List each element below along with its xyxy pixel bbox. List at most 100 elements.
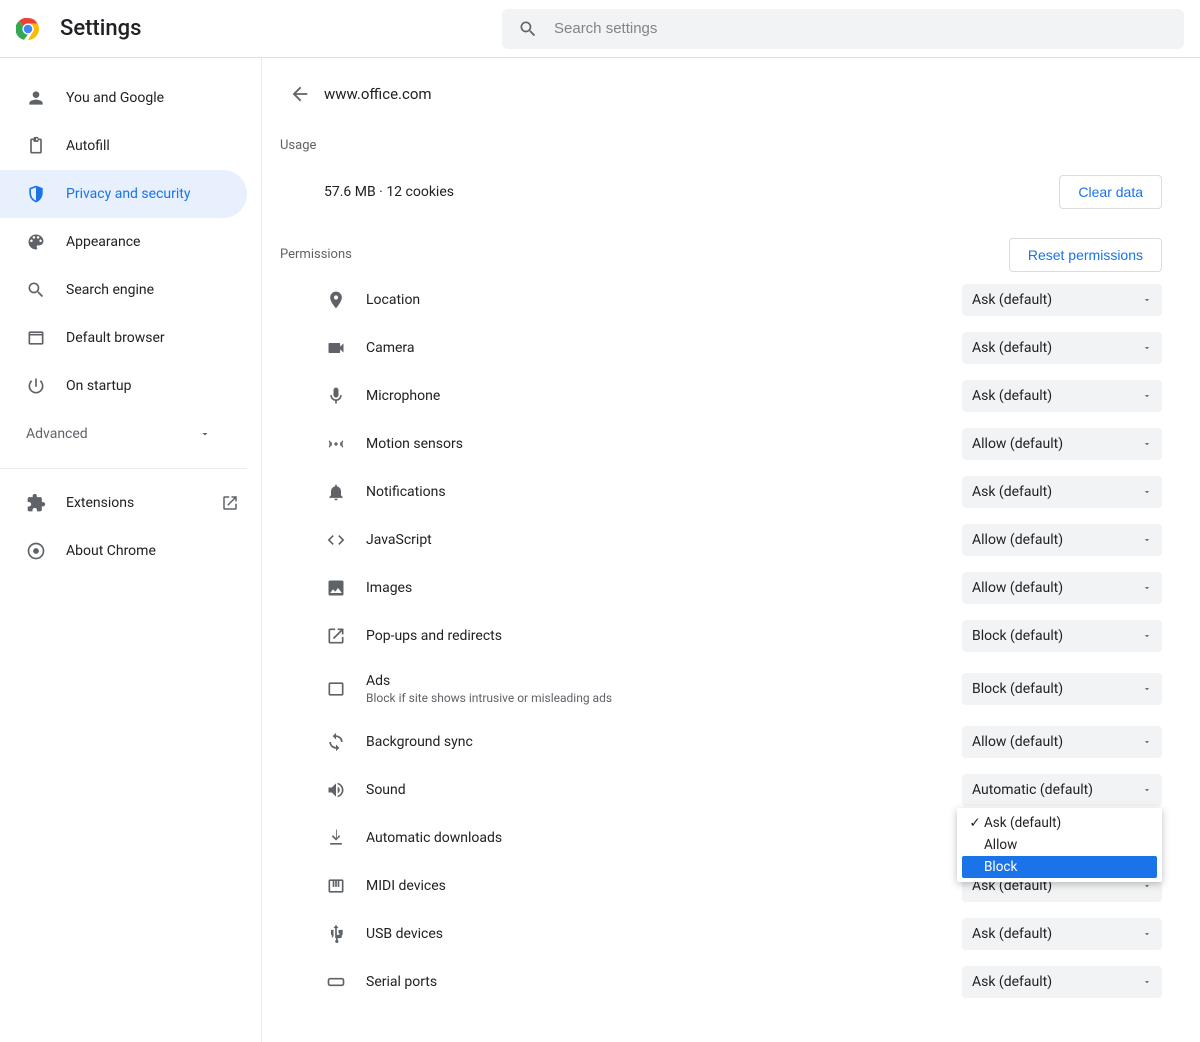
topbar: Settings (0, 0, 1200, 58)
search-icon (26, 280, 46, 300)
page-title: Settings (60, 16, 141, 41)
permission-label: Serial ports (366, 974, 962, 990)
permission-row-usb: USB devices Ask (default) (280, 910, 1162, 958)
extension-icon (26, 493, 46, 513)
permission-select[interactable]: Automatic (default) (962, 774, 1162, 806)
permission-row-motion: Motion sensors Allow (default) (280, 420, 1162, 468)
permission-row-serial: Serial ports Ask (default) (280, 958, 1162, 1006)
permission-select-value: Allow (default) (972, 580, 1063, 596)
sidebar-item-label: On startup (66, 378, 132, 394)
caret-down-icon (1142, 487, 1152, 497)
caret-down-icon (1142, 631, 1152, 641)
permission-dropdown-menu[interactable]: ✓Ask (default)AllowBlock (957, 808, 1162, 882)
permission-select-value: Block (default) (972, 628, 1063, 644)
sidebar-advanced-toggle[interactable]: Advanced (0, 410, 261, 458)
permission-select-value: Allow (default) (972, 436, 1063, 452)
camera-icon (324, 336, 348, 360)
caret-down-icon (1142, 684, 1152, 694)
divider (0, 468, 247, 469)
permission-row-autodl: Automatic downloads✓Ask (default)AllowBl… (280, 814, 1162, 862)
motion-icon (324, 432, 348, 456)
sidebar-item-label: Default browser (66, 330, 165, 346)
permission-row-notifications: Notifications Ask (default) (280, 468, 1162, 516)
sidebar-item-about-chrome[interactable]: About Chrome (0, 527, 261, 575)
image-icon (324, 576, 348, 600)
caret-down-icon (1142, 295, 1152, 305)
permission-select-value: Block (default) (972, 681, 1063, 697)
clear-data-button[interactable]: Clear data (1059, 175, 1162, 209)
caret-down-icon (1142, 391, 1152, 401)
permission-select[interactable]: Ask (default) (962, 332, 1162, 364)
ads-icon (324, 677, 348, 701)
dropdown-option-label: Ask (default) (984, 815, 1061, 831)
sidebar-item-autofill[interactable]: Autofill (0, 122, 247, 170)
permission-select[interactable]: Ask (default) (962, 966, 1162, 998)
search-icon (518, 19, 538, 39)
permission-row-sound: SoundAutomatic (default) (280, 766, 1162, 814)
permission-row-bgsync: Background syncAllow (default) (280, 718, 1162, 766)
permission-select-value: Ask (default) (972, 926, 1052, 942)
dropdown-option[interactable]: ✓Ask (default) (962, 812, 1157, 834)
sidebar-item-on-startup[interactable]: On startup (0, 362, 247, 410)
sidebar-item-privacy-security[interactable]: Privacy and security (0, 170, 247, 218)
reset-permissions-button[interactable]: Reset permissions (1009, 238, 1162, 272)
permission-select[interactable]: Ask (default) (962, 476, 1162, 508)
permission-label: Motion sensors (366, 436, 962, 452)
permission-select[interactable]: Allow (default) (962, 428, 1162, 460)
bell-icon (324, 480, 348, 504)
dropdown-option[interactable]: Allow (962, 834, 1157, 856)
mic-icon (324, 384, 348, 408)
permission-label: Notifications (366, 484, 962, 500)
sidebar-item-label: Privacy and security (66, 186, 190, 202)
sidebar-item-you-and-google[interactable]: You and Google (0, 74, 247, 122)
permission-select-value: Automatic (default) (972, 782, 1093, 798)
usage-storage-text: 57.6 MB · 12 cookies (324, 184, 454, 200)
clipboard-icon (26, 136, 46, 156)
dropdown-option[interactable]: Block (962, 856, 1157, 878)
caret-down-icon (1142, 737, 1152, 747)
permission-select[interactable]: Ask (default) (962, 918, 1162, 950)
sidebar-item-label: Appearance (66, 234, 140, 250)
search-input[interactable] (554, 20, 1168, 37)
caret-down-icon (1142, 439, 1152, 449)
sync-icon (324, 730, 348, 754)
sidebar: You and Google Autofill Privacy and secu… (0, 58, 262, 1042)
sidebar-item-appearance[interactable]: Appearance (0, 218, 247, 266)
permission-select[interactable]: Block (default) (962, 673, 1162, 705)
permission-select[interactable]: Ask (default) (962, 284, 1162, 316)
shield-icon (26, 184, 46, 204)
permissions-list: LocationAsk (default)CameraAsk (default)… (280, 276, 1162, 1006)
permission-select-value: Ask (default) (972, 484, 1052, 500)
back-button[interactable] (280, 74, 320, 114)
sidebar-item-label: About Chrome (66, 543, 156, 559)
usb-icon (324, 922, 348, 946)
permission-select-value: Ask (default) (972, 974, 1052, 990)
permission-row-microphone: MicrophoneAsk (default) (280, 372, 1162, 420)
permission-row-camera: CameraAsk (default) (280, 324, 1162, 372)
permission-select[interactable]: Allow (default) (962, 572, 1162, 604)
permission-label: MIDI devices (366, 878, 962, 894)
sidebar-item-label: Autofill (66, 138, 110, 154)
chrome-logo-icon (16, 17, 40, 41)
caret-down-icon (1142, 785, 1152, 795)
search-bar[interactable] (502, 9, 1184, 49)
permission-label: Background sync (366, 734, 962, 750)
permission-label: Location (366, 292, 962, 308)
sidebar-item-search-engine[interactable]: Search engine (0, 266, 247, 314)
sidebar-item-extensions[interactable]: Extensions (0, 479, 261, 527)
caret-down-icon (1142, 343, 1152, 353)
caret-down-icon (1142, 535, 1152, 545)
caret-down-icon (1142, 583, 1152, 593)
permission-row-javascript: JavaScriptAllow (default) (280, 516, 1162, 564)
power-icon (26, 376, 46, 396)
permission-select[interactable]: Ask (default) (962, 380, 1162, 412)
advanced-label: Advanced (26, 426, 88, 442)
midi-icon (324, 874, 348, 898)
permission-label: USB devices (366, 926, 962, 942)
permission-select[interactable]: Block (default) (962, 620, 1162, 652)
serial-icon (324, 970, 348, 994)
permission-select[interactable]: Allow (default) (962, 726, 1162, 758)
sidebar-item-default-browser[interactable]: Default browser (0, 314, 247, 362)
person-icon (26, 88, 46, 108)
permission-select[interactable]: Allow (default) (962, 524, 1162, 556)
